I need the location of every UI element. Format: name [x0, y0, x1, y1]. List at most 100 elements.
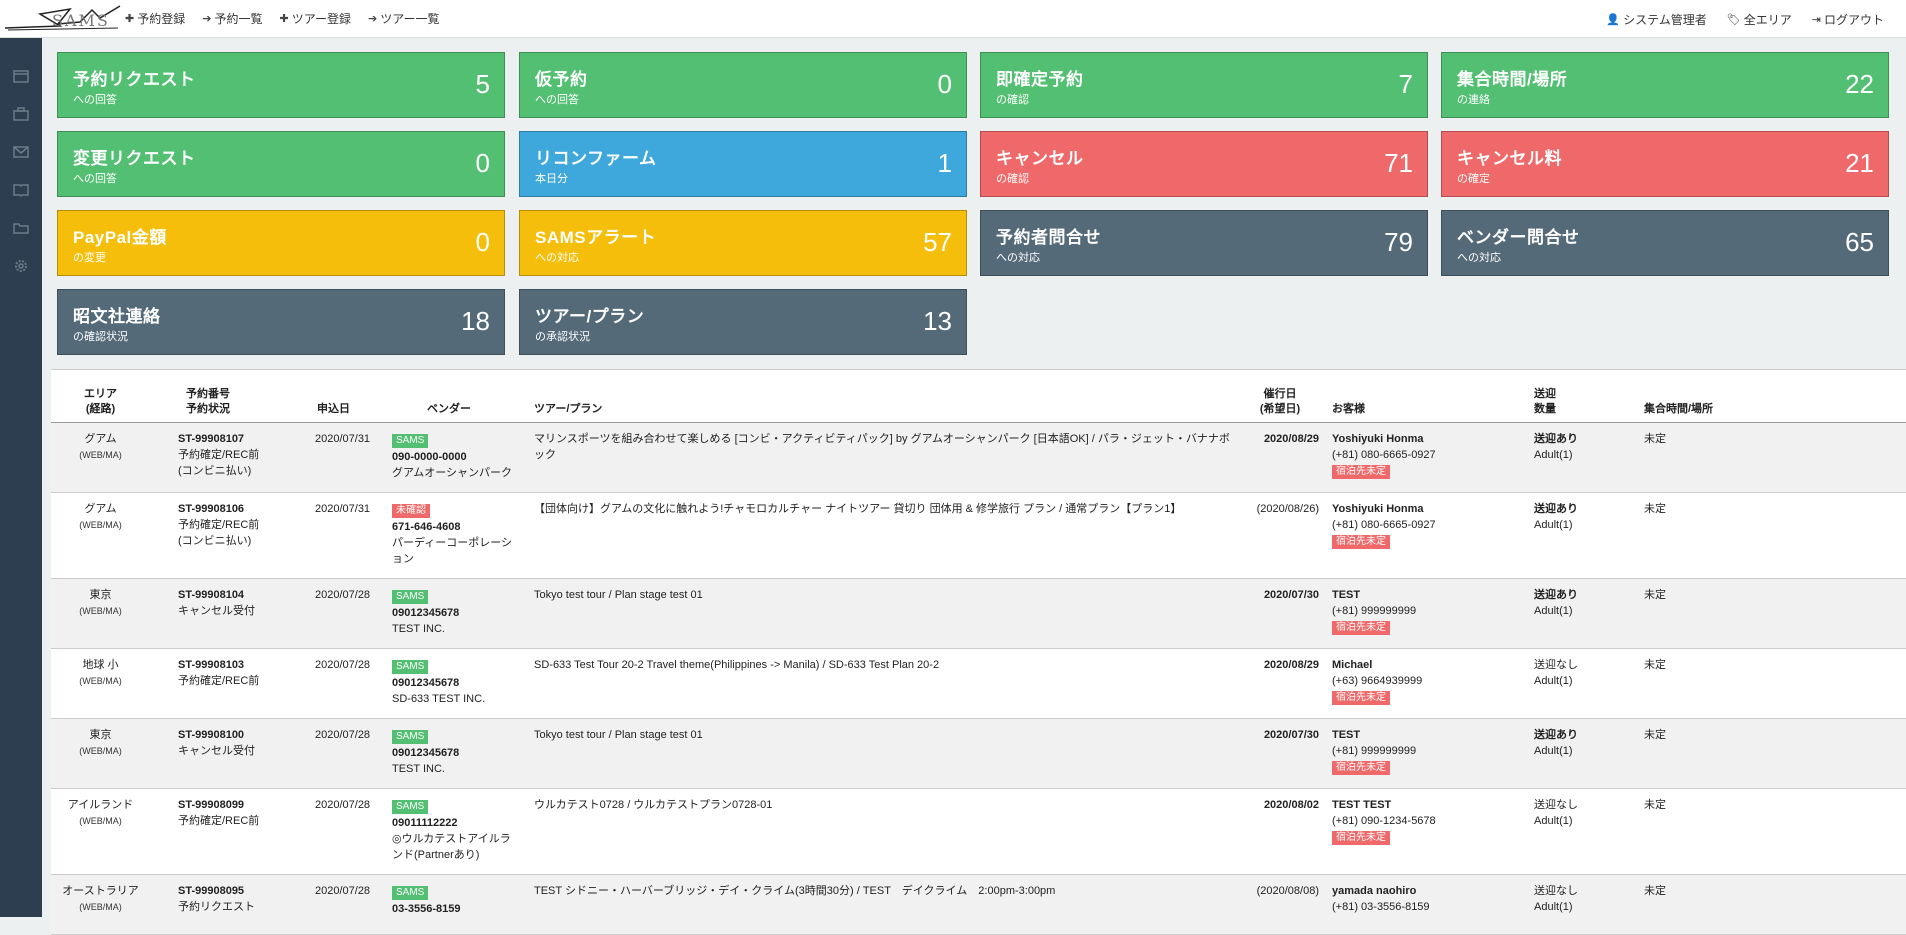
- cell-area: オーストラリア (WEB/MA): [62, 885, 139, 912]
- reservation-id[interactable]: ST-99908103: [178, 657, 259, 673]
- status-tile[interactable]: 仮予約 への回答 0: [519, 52, 967, 118]
- status-tile[interactable]: ベンダー問合せ への対応 65: [1441, 210, 1889, 276]
- briefcase-icon[interactable]: [0, 95, 42, 133]
- nav-item-3[interactable]: ➔ ツアー一覧: [368, 10, 440, 27]
- arrow-right-icon: ➔: [202, 13, 212, 25]
- tile-subtitle: への対応: [535, 252, 579, 264]
- arrow-right-icon: ➔: [367, 13, 378, 25]
- cell-vendor: SAMS 03-3556-8159: [392, 886, 461, 915]
- cell-area: 地球 小 (WEB/MA): [79, 659, 122, 686]
- calendar-icon[interactable]: [0, 57, 42, 95]
- folder-icon[interactable]: [0, 209, 42, 247]
- cell-vendor: SAMS 09012345678 TEST INC.: [392, 730, 460, 775]
- main-nav: ✚ 予約登録 ➔ 予約一覧 ✚ ツアー登録 ➔ ツアー一覧: [125, 10, 456, 27]
- cell-reservation[interactable]: ST-99908103 予約確定/REC前: [178, 657, 259, 689]
- cell-reservation[interactable]: ST-99908095 予約リクエスト: [178, 883, 255, 915]
- tile-title: ベンダー問合せ: [1457, 228, 1580, 247]
- status-tile[interactable]: SAMSアラート への対応 57: [519, 210, 967, 276]
- gear-icon[interactable]: [0, 247, 42, 285]
- status-tile[interactable]: 予約リクエスト への回答 5: [57, 52, 505, 118]
- cell-meeting: 未定: [1644, 589, 1666, 601]
- status-tile[interactable]: 変更リクエスト への回答 0: [57, 131, 505, 197]
- status-tile[interactable]: PayPal金額 の変更 0: [57, 210, 505, 276]
- status-tile[interactable]: 予約者問合せ への対応 79: [980, 210, 1428, 276]
- hotel-undecided-badge: 宿泊先未定: [1332, 535, 1390, 549]
- tile-title: 予約者問合せ: [996, 228, 1101, 247]
- reservation-id[interactable]: ST-99908095: [178, 883, 255, 899]
- nav-item-label: ツアー登録: [291, 12, 351, 26]
- table-row[interactable]: オーストラリア (WEB/MA) ST-99908095 予約リクエスト 2020/07…: [51, 875, 1906, 935]
- header-tour-plan: ツアー/プラン: [534, 403, 603, 415]
- cell-tour-plan[interactable]: マリンスポーツを組み合わせて楽しめる [コンビ・アクティビティパック] by グ…: [534, 431, 1234, 463]
- hotel-undecided-badge: 宿泊先未定: [1332, 691, 1390, 705]
- cell-meeting: 未定: [1644, 433, 1666, 445]
- dashboard-content: 予約リクエスト への回答 5 仮予約 への回答 0 即確定予約 の確認 7 集合時間/場所 の連絡 2…: [42, 38, 1906, 935]
- table-row[interactable]: グアム (WEB/MA) ST-99908107 予約確定/REC前 (コンビニ払い) 2…: [51, 423, 1906, 493]
- table-row[interactable]: グアム (WEB/MA) ST-99908106 予約確定/REC前 (コンビニ払い) 2…: [51, 493, 1906, 579]
- plus-icon: ✚: [125, 13, 135, 25]
- user-menu[interactable]: 👤 システム管理者: [1606, 11, 1706, 28]
- reservation-id[interactable]: ST-99908106: [178, 501, 259, 517]
- logout-link[interactable]: ⇥ ログアウト: [1812, 11, 1884, 28]
- book-icon[interactable]: [0, 171, 42, 209]
- table-row[interactable]: 地球 小 (WEB/MA) ST-99908103 予約確定/REC前 2020/07/…: [51, 649, 1906, 719]
- cell-area: 東京 (WEB/MA): [79, 729, 122, 756]
- cell-tour-plan[interactable]: SD-633 Test Tour 20-2 Travel theme(Phili…: [534, 657, 1234, 673]
- cell-vendor: SAMS 09012345678 TEST INC.: [392, 590, 460, 635]
- cell-pickup: 送迎あり Adult(1): [1534, 433, 1578, 461]
- tile-subtitle: の確定: [1457, 173, 1490, 185]
- cell-tour-plan[interactable]: Tokyo test tour / Plan stage test 01: [534, 727, 1234, 743]
- nav-item-0[interactable]: ✚ 予約登録: [125, 10, 185, 27]
- header-customer: お客様: [1332, 403, 1365, 415]
- reservation-id[interactable]: ST-99908100: [178, 727, 255, 743]
- cell-tour-plan[interactable]: 【団体向け】グアムの文化に触れよう!チャモロカルチャー ナイトツアー 貸切り 団…: [534, 501, 1234, 517]
- cell-meeting: 未定: [1644, 503, 1666, 515]
- cell-applied-date: 2020/07/31: [315, 503, 371, 515]
- vendor-status-badge: SAMS: [392, 800, 429, 814]
- status-tile[interactable]: ツアー/プラン の承認状況 13: [519, 289, 967, 355]
- status-tile[interactable]: 集合時間/場所 の連絡 22: [1441, 52, 1889, 118]
- status-tile[interactable]: キャンセル料 の確定 21: [1441, 131, 1889, 197]
- cell-reservation[interactable]: ST-99908104 キャンセル受付: [178, 587, 255, 619]
- area-selector[interactable]: 🏷 全エリア: [1727, 11, 1792, 28]
- reservation-id[interactable]: ST-99908107: [178, 431, 259, 447]
- cell-customer: Yoshiyuki Honma (+81) 080-6665-0927 宿泊先未定: [1332, 433, 1436, 479]
- tile-title: キャンセル料: [1457, 149, 1562, 168]
- tile-count: 0: [475, 227, 490, 257]
- cell-area: グアム (WEB/MA): [79, 433, 122, 460]
- cell-reservation[interactable]: ST-99908100 キャンセル受付: [178, 727, 255, 759]
- header-applied-date: 申込日: [317, 403, 350, 415]
- vendor-status-badge: SAMS: [392, 730, 429, 744]
- cell-tour-plan[interactable]: ウルカテスト0728 / ウルカテストプラン0728-01: [534, 797, 1234, 813]
- cell-tour-plan[interactable]: TEST シドニー・ハーバーブリッジ・デイ・クライム(3時間30分) / TES…: [534, 883, 1234, 899]
- nav-item-label: ツアー一覧: [380, 12, 440, 26]
- cell-pickup: 送迎あり Adult(1): [1534, 729, 1578, 757]
- reservation-id[interactable]: ST-99908099: [178, 797, 259, 813]
- tile-subtitle: の確認: [996, 173, 1029, 185]
- cell-reservation[interactable]: ST-99908106 予約確定/REC前 (コンビニ払い): [178, 501, 259, 549]
- cell-tour-plan[interactable]: Tokyo test tour / Plan stage test 01: [534, 587, 1234, 603]
- reservation-id[interactable]: ST-99908104: [178, 587, 255, 603]
- table-row[interactable]: アイルランド (WEB/MA) ST-99908099 予約確定/REC前 2020/0…: [51, 789, 1906, 875]
- tile-subtitle: への対応: [996, 252, 1040, 264]
- tile-subtitle: への対応: [1457, 252, 1501, 264]
- cell-reservation[interactable]: ST-99908107 予約確定/REC前 (コンビニ払い): [178, 431, 259, 479]
- table-row[interactable]: 東京 (WEB/MA) ST-99908100 キャンセル受付 2020/07/28 SA…: [51, 719, 1906, 789]
- cell-meeting: 未定: [1644, 799, 1666, 811]
- nav-item-2[interactable]: ✚ ツアー登録: [279, 10, 351, 27]
- cell-vendor: SAMS 09011112222 ◎ウルカテストアイルランド(Partnerあり): [392, 800, 511, 861]
- nav-item-1[interactable]: ➔ 予約一覧: [202, 10, 262, 27]
- table-row[interactable]: 東京 (WEB/MA) ST-99908104 キャンセル受付 2020/07/28 SA…: [51, 579, 1906, 649]
- cell-meeting: 未定: [1644, 729, 1666, 741]
- status-tile[interactable]: キャンセル の確認 71: [980, 131, 1428, 197]
- status-tile[interactable]: 昭文社連絡 の確認状況 18: [57, 289, 505, 355]
- status-tile[interactable]: リコンファーム 本日分 1: [519, 131, 967, 197]
- cell-reservation[interactable]: ST-99908099 予約確定/REC前: [178, 797, 259, 829]
- status-tile[interactable]: 即確定予約 の確認 7: [980, 52, 1428, 118]
- sidebar: [0, 38, 42, 917]
- mail-icon[interactable]: [0, 133, 42, 171]
- sams-logo[interactable]: SAMS: [0, 0, 125, 38]
- user-icon: 👤: [1606, 13, 1621, 26]
- tile-title: ツアー/プラン: [535, 307, 645, 326]
- cell-tour-date: 2020/08/29: [1263, 433, 1319, 445]
